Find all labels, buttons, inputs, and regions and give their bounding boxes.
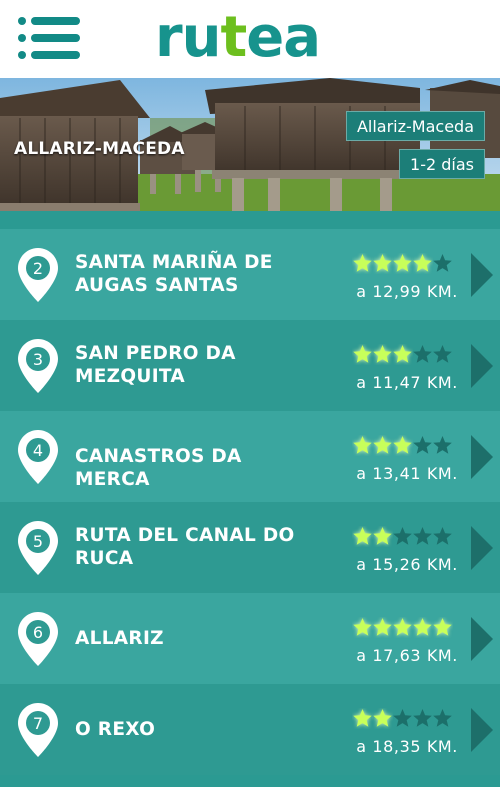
svg-text:6: 6 bbox=[33, 623, 43, 642]
star-filled-icon bbox=[393, 345, 412, 363]
route-title: O REXO bbox=[75, 719, 156, 740]
svg-text:4: 4 bbox=[33, 441, 43, 460]
route-distance: a 13,41 KM. bbox=[356, 464, 458, 483]
route-item[interactable]: 5 RUTA DEL CANAL DO RUCA a 15,26 KM. bbox=[0, 502, 500, 593]
list-top-spacer bbox=[0, 211, 500, 229]
svg-text:3: 3 bbox=[33, 350, 43, 369]
star-filled-icon bbox=[353, 527, 372, 545]
map-pin-icon: 2 bbox=[18, 248, 58, 302]
route-item[interactable]: 4 CANASTROS DA MERCA a 13,41 KM. bbox=[0, 411, 500, 502]
route-item[interactable]: 7 O REXO a 18,35 KM. bbox=[0, 684, 500, 775]
star-empty-icon bbox=[393, 527, 412, 545]
star-empty-icon bbox=[433, 436, 452, 454]
star-empty-icon bbox=[413, 345, 432, 363]
star-empty-icon bbox=[393, 709, 412, 727]
hero-banner: ALLARIZ-MACEDA Allariz-Maceda 1-2 días bbox=[0, 78, 500, 211]
star-empty-icon bbox=[413, 527, 432, 545]
rating-stars bbox=[352, 253, 452, 275]
star-empty-icon bbox=[433, 345, 452, 363]
route-title: SAN PEDRO DA MEZQUITA bbox=[75, 343, 236, 387]
map-pin-icon: 4 bbox=[18, 430, 58, 484]
star-empty-icon bbox=[413, 709, 432, 727]
map-pin-icon: 7 bbox=[18, 703, 58, 757]
route-distance: a 18,35 KM. bbox=[356, 737, 458, 756]
map-pin-icon: 3 bbox=[18, 339, 58, 393]
route-distance: a 12,99 KM. bbox=[356, 282, 458, 301]
star-empty-icon bbox=[433, 254, 452, 272]
rating-stars bbox=[352, 617, 452, 639]
star-empty-icon bbox=[413, 436, 432, 454]
duration-chip: 1-2 días bbox=[399, 149, 485, 179]
hamburger-menu-icon[interactable] bbox=[18, 17, 80, 59]
route-title: SANTA MARIÑA DE AUGAS SANTAS bbox=[75, 252, 273, 296]
route-title: CANASTROS DA MERCA bbox=[75, 446, 242, 490]
chevron-right-icon[interactable] bbox=[471, 253, 493, 297]
route-distance: a 17,63 KM. bbox=[356, 646, 458, 665]
chevron-right-icon[interactable] bbox=[471, 344, 493, 388]
star-filled-icon bbox=[373, 709, 392, 727]
chevron-right-icon[interactable] bbox=[471, 617, 493, 661]
star-filled-icon bbox=[353, 345, 372, 363]
star-empty-icon bbox=[433, 709, 452, 727]
star-filled-icon bbox=[413, 618, 432, 636]
route-item[interactable]: 6 ALLARIZ a 17,63 KM. bbox=[0, 593, 500, 684]
route-distance: a 15,26 KM. bbox=[356, 555, 458, 574]
chevron-right-icon[interactable] bbox=[471, 526, 493, 570]
chevron-right-icon[interactable] bbox=[471, 708, 493, 752]
star-filled-icon bbox=[413, 254, 432, 272]
hero-title: ALLARIZ-MACEDA bbox=[14, 139, 185, 159]
route-title: ALLARIZ bbox=[75, 628, 164, 649]
star-filled-icon bbox=[373, 618, 392, 636]
map-pin-icon: 6 bbox=[18, 612, 58, 666]
star-filled-icon bbox=[373, 345, 392, 363]
star-filled-icon bbox=[393, 618, 412, 636]
rating-stars bbox=[352, 526, 452, 548]
rating-stars bbox=[352, 708, 452, 730]
route-item[interactable]: 2 SANTA MARIÑA DE AUGAS SANTAS a 12,99 KM… bbox=[0, 229, 500, 320]
star-filled-icon bbox=[433, 618, 452, 636]
route-name-chip: Allariz-Maceda bbox=[345, 111, 485, 141]
star-filled-icon bbox=[353, 709, 372, 727]
star-empty-icon bbox=[433, 527, 452, 545]
route-distance: a 11,47 KM. bbox=[356, 373, 458, 392]
rutea-logo: rutea bbox=[155, 5, 321, 70]
route-list: 2 SANTA MARIÑA DE AUGAS SANTAS a 12,99 KM… bbox=[0, 229, 500, 775]
star-filled-icon bbox=[393, 254, 412, 272]
svg-text:5: 5 bbox=[33, 532, 43, 551]
route-title: RUTA DEL CANAL DO RUCA bbox=[75, 525, 295, 569]
rating-stars bbox=[352, 344, 452, 366]
star-filled-icon bbox=[373, 527, 392, 545]
star-filled-icon bbox=[353, 618, 372, 636]
star-filled-icon bbox=[353, 254, 372, 272]
chevron-right-icon[interactable] bbox=[471, 435, 493, 479]
star-filled-icon bbox=[393, 436, 412, 454]
route-item[interactable]: 3 SAN PEDRO DA MEZQUITA a 11,47 KM. bbox=[0, 320, 500, 411]
star-filled-icon bbox=[353, 436, 372, 454]
star-filled-icon bbox=[373, 436, 392, 454]
rating-stars bbox=[352, 435, 452, 457]
map-pin-icon: 5 bbox=[18, 521, 58, 575]
top-bar: rutea bbox=[0, 0, 500, 78]
svg-text:7: 7 bbox=[33, 714, 43, 733]
star-filled-icon bbox=[373, 254, 392, 272]
svg-text:2: 2 bbox=[33, 259, 43, 278]
